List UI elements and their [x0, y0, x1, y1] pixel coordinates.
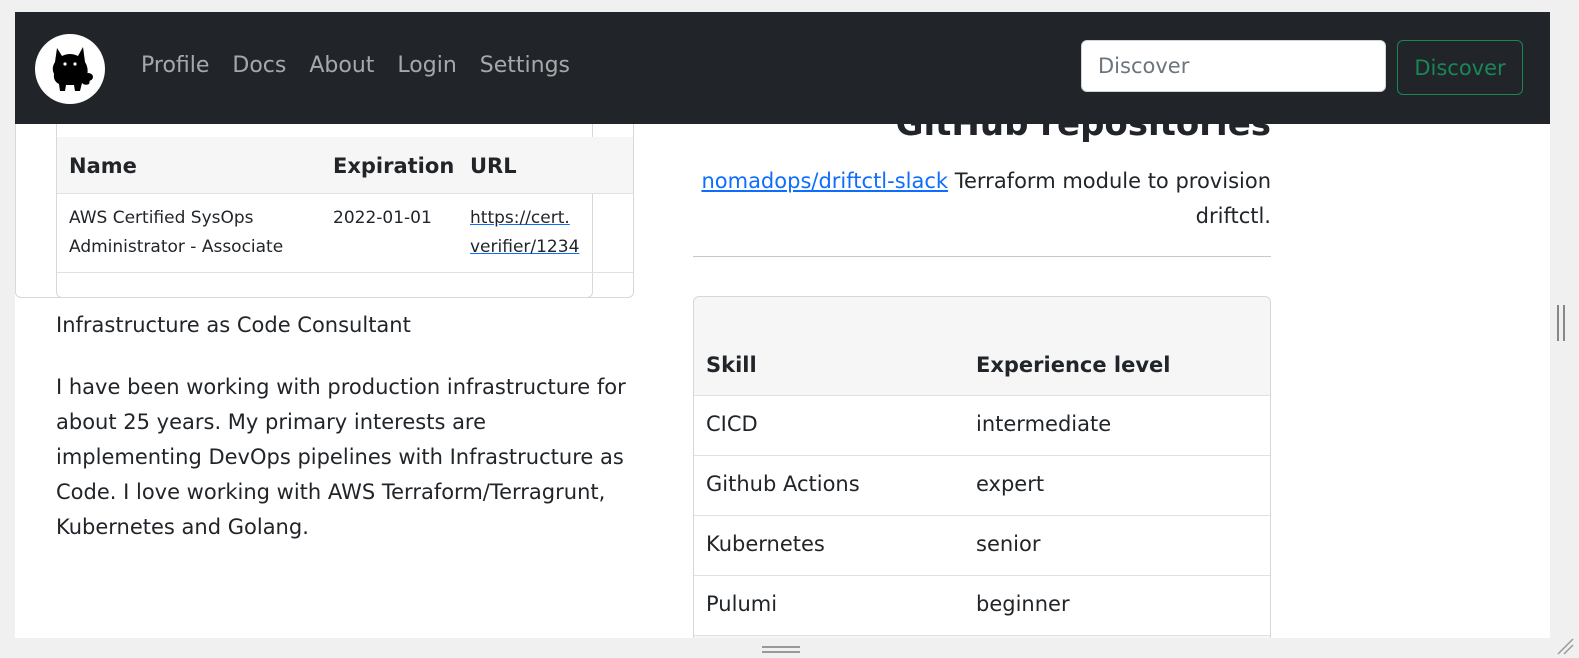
- table-row: Kubernetes senior: [694, 516, 1270, 576]
- navbar: Profile Docs About Login Settings Discov…: [15, 12, 1550, 124]
- repository-item: nomadops/driftctl-slack Terraform module…: [693, 164, 1271, 234]
- bio-text: I have been working with production infr…: [56, 375, 626, 539]
- nav-link-login[interactable]: Login: [397, 53, 456, 78]
- skills-table-header: Skill Experience level: [694, 345, 1270, 396]
- table-row: Github Actions expert: [694, 456, 1270, 516]
- section-divider: [693, 256, 1271, 257]
- skill-name: Kubernetes: [706, 532, 825, 556]
- nav-link-profile[interactable]: Profile: [141, 53, 209, 78]
- job-title: Infrastructure as Code Consultant: [56, 313, 411, 337]
- discover-button[interactable]: Discover: [1397, 40, 1523, 95]
- repository-description-line2: driftctl.: [1195, 204, 1271, 228]
- page-viewport: Name Expiration URL AWS Certified SysOps…: [15, 12, 1550, 638]
- vertical-resize-handle[interactable]: [1557, 305, 1559, 341]
- nav-link-docs[interactable]: Docs: [232, 53, 286, 78]
- skill-name: Pulumi: [706, 592, 778, 616]
- resize-grip-icon[interactable]: [1556, 637, 1574, 655]
- nav-link-settings[interactable]: Settings: [480, 53, 570, 78]
- horizontal-resize-handle-line: [762, 651, 800, 653]
- skill-level: expert: [976, 472, 1045, 496]
- skill-level: beginner: [976, 592, 1070, 616]
- skill-level: senior: [976, 532, 1041, 556]
- skill-level: intermediate: [976, 412, 1112, 436]
- nav-link-about[interactable]: About: [309, 53, 374, 78]
- repository-link[interactable]: nomadops/driftctl-slack: [701, 169, 948, 193]
- brand-logo[interactable]: [35, 34, 105, 104]
- skill-name: Github Actions: [706, 472, 860, 496]
- cat-logo-icon: [52, 47, 93, 91]
- discover-search-input[interactable]: [1081, 40, 1386, 92]
- repository-description-line1: Terraform module to provision: [948, 169, 1271, 193]
- table-row: CICD intermediate: [694, 396, 1270, 456]
- skill-header-level: Experience level: [976, 353, 1171, 377]
- table-row: Pulumi beginner: [694, 576, 1270, 636]
- vertical-resize-handle-line: [1563, 305, 1565, 341]
- nav-links: Profile Docs About Login Settings: [141, 53, 570, 78]
- horizontal-resize-handle[interactable]: [762, 646, 800, 648]
- skill-header-skill: Skill: [706, 353, 757, 377]
- skill-name: CICD: [706, 412, 758, 436]
